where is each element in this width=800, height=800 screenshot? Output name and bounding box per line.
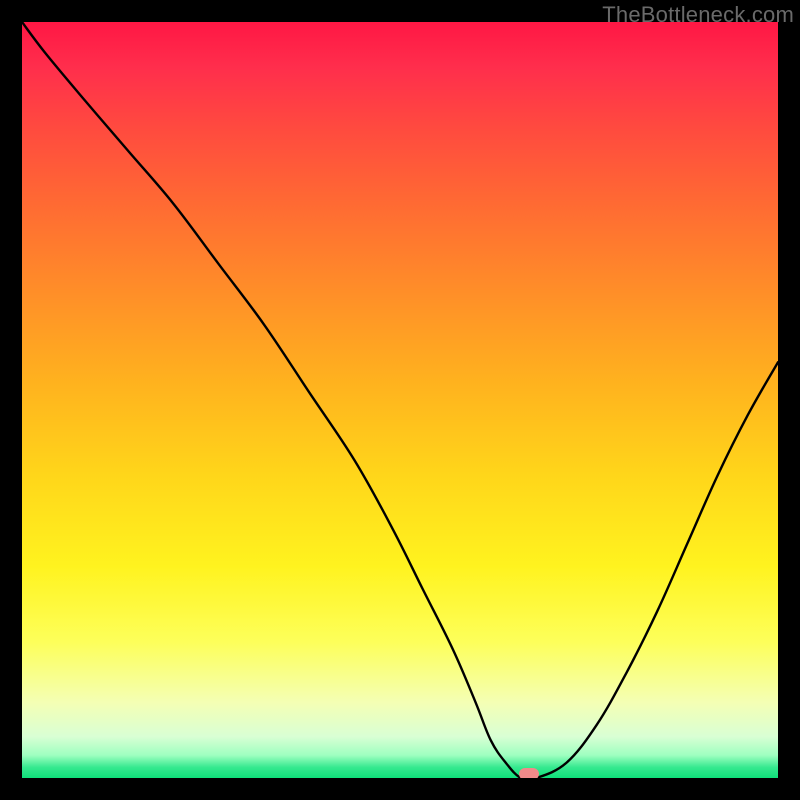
chart-frame: TheBottleneck.com <box>0 0 800 800</box>
bottleneck-curve <box>22 22 778 778</box>
plot-area <box>22 22 778 778</box>
watermark-text: TheBottleneck.com <box>602 2 794 28</box>
optimal-marker <box>519 768 539 778</box>
